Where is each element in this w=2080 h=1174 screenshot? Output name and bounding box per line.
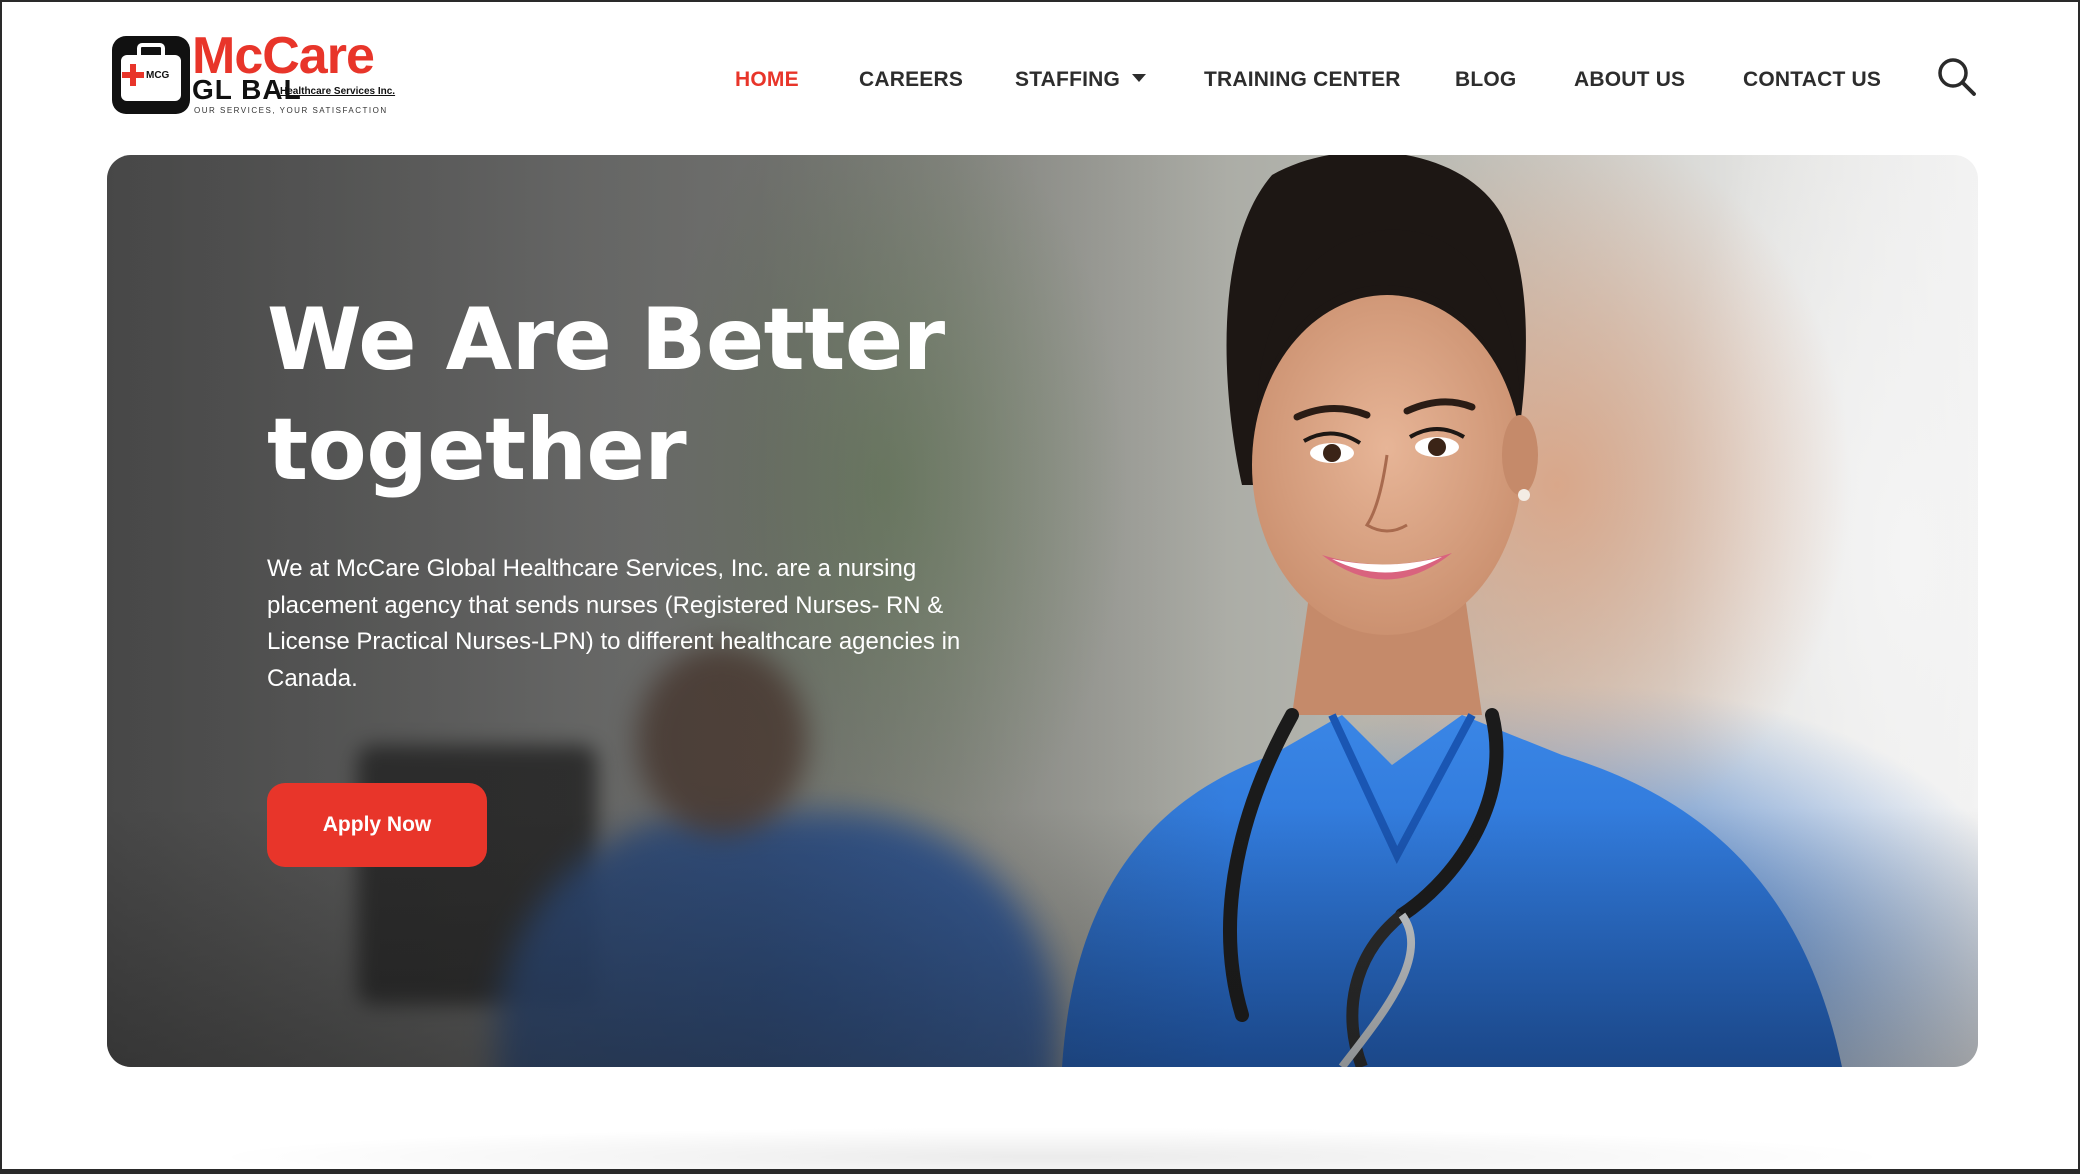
nav-item-about-us[interactable]: ABOUT US — [1574, 68, 1685, 92]
apply-now-button[interactable]: Apply Now — [267, 783, 487, 867]
nav-item-careers[interactable]: CAREERS — [859, 68, 963, 92]
hero-description: We at McCare Global Healthcare Services,… — [267, 555, 961, 692]
search-button[interactable] — [1936, 56, 1978, 98]
main-nav: HOME CAREERS STAFFING TRAINING CENTER BL… — [2, 68, 2078, 98]
hero-title: We Are Better together — [267, 285, 1027, 505]
nav-item-home[interactable]: HOME — [735, 68, 799, 92]
nav-item-staffing[interactable]: STAFFING — [1015, 68, 1147, 92]
hero-banner: We Are Better together We at McCare Glob… — [107, 155, 1978, 1067]
nav-item-staffing-label: STAFFING — [1015, 68, 1121, 91]
browser-frame: MCG McCare GL BAL Healthcare Services In… — [0, 0, 2080, 1174]
logo-tagline: OUR SERVICES, YOUR SATISFACTION — [194, 106, 388, 115]
site-header: MCG McCare GL BAL Healthcare Services In… — [2, 2, 2078, 155]
nav-item-contact-us[interactable]: CONTACT US — [1743, 68, 1881, 92]
section-shadow — [202, 1127, 1902, 1169]
nav-item-blog[interactable]: BLOG — [1455, 68, 1516, 92]
search-icon — [1938, 58, 1976, 96]
nav-item-training-center[interactable]: TRAINING CENTER — [1204, 68, 1401, 92]
chevron-down-icon — [1132, 74, 1147, 83]
hero-title-line2: together — [267, 400, 687, 500]
hero-title-line1: We Are Better — [267, 290, 945, 390]
